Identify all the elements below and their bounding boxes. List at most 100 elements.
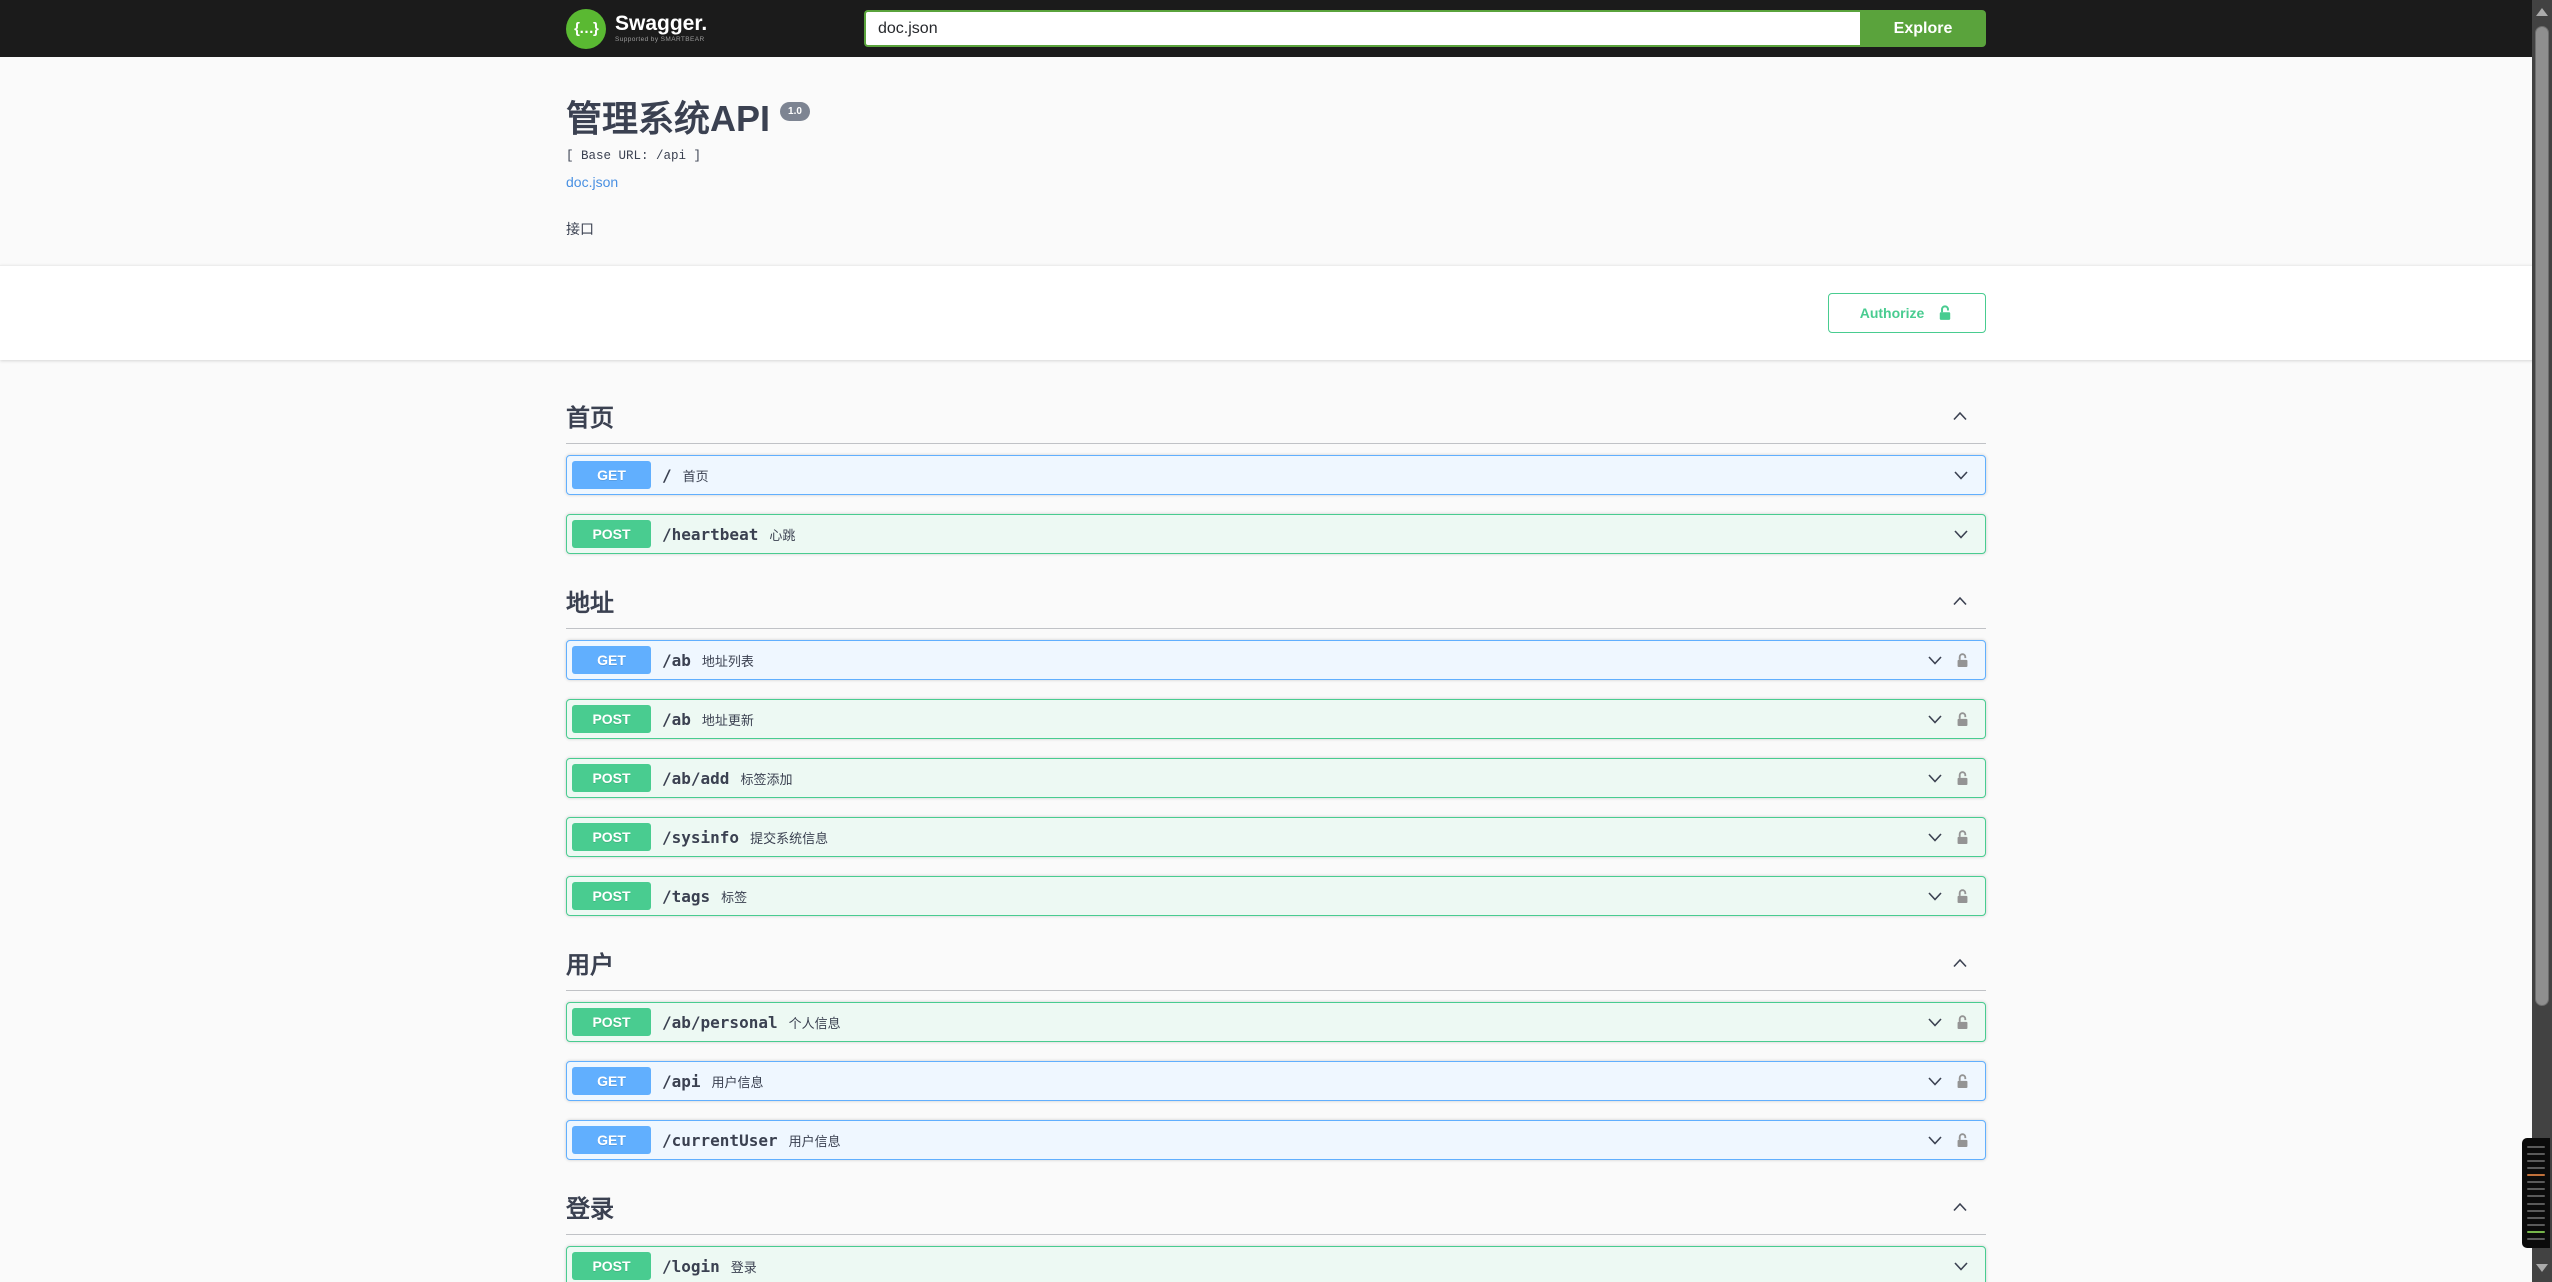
spec-url-form: Explore [864,10,1986,47]
api-title-text: 管理系统API [566,98,771,139]
operation-path: /sysinfo [662,827,740,847]
section-header[interactable]: 首页 [566,388,1986,444]
operation-row[interactable]: POST /login 登录 [566,1246,1986,1282]
opblock-tag-section: 首页 GET / 首页 POST /heartbeat 心跳 [566,388,1986,554]
operation-summary: 用户信息 [788,1133,841,1149]
operation-summary: 标签 [721,889,748,905]
explore-button[interactable]: Explore [1860,10,1986,47]
method-badge: POST [572,882,651,910]
section-title: 首页 [566,405,614,432]
operations-sections: 首页 GET / 首页 POST /heartbeat 心跳 地址 GET /a… [566,388,1986,1282]
section-operations: POST /ab/personal 个人信息 GET /api 用户信息 GET… [566,991,1986,1160]
operation-row[interactable]: GET /api 用户信息 [566,1061,1986,1101]
operation-path: /tags [662,886,711,906]
section-operations: GET /ab 地址列表 POST /ab 地址更新 POST /ab/add … [566,629,1986,916]
chevron-down-icon[interactable] [1925,1130,1945,1150]
operation-summary: 标签添加 [740,771,793,787]
unlock-icon[interactable] [1954,1073,1971,1090]
chevron-down-icon[interactable] [1925,1071,1945,1091]
chevron-up-icon[interactable] [1950,406,1970,426]
operation-summary: 地址列表 [701,653,754,669]
chevron-down-icon[interactable] [1951,1256,1971,1276]
operation-row[interactable]: POST /tags 标签 [566,876,1986,916]
unlock-icon[interactable] [1954,829,1971,846]
operation-row[interactable]: GET / 首页 [566,455,1986,495]
chevron-down-icon[interactable] [1925,886,1945,906]
info-section: 管理系统API 1.0 [ Base URL: /api ] doc.json 接… [0,57,2552,265]
method-badge: POST [572,705,651,733]
topbar: {…} Swagger. Supported by SMARTBEAR Expl… [0,0,2552,57]
chevron-up-icon[interactable] [1950,953,1970,973]
operation-path: /ab/add [662,768,730,788]
operation-row[interactable]: POST /ab/add 标签添加 [566,758,1986,798]
authorize-button[interactable]: Authorize [1828,293,1986,333]
chevron-down-icon[interactable] [1925,827,1945,847]
chevron-up-icon[interactable] [1950,591,1970,611]
unlock-icon[interactable] [1954,711,1971,728]
logo-title: Swagger. [615,12,708,36]
method-badge: GET [572,1126,651,1154]
chevron-down-icon[interactable] [1925,768,1945,788]
scrollbar-thumb[interactable] [2535,26,2549,1006]
method-badge: GET [572,461,651,489]
operation-path: /login [662,1256,720,1276]
swagger-logo[interactable]: {…} Swagger. Supported by SMARTBEAR [566,8,708,49]
section-title: 登录 [566,1196,614,1223]
operation-row[interactable]: GET /currentUser 用户信息 [566,1120,1986,1160]
operation-path: /ab [662,709,691,729]
scheme-container: Authorize [0,265,2552,360]
spec-url-input[interactable] [864,10,1860,47]
method-badge: POST [572,520,651,548]
unlock-icon[interactable] [1954,1132,1971,1149]
scrollbar-up-arrow-icon[interactable] [2532,2,2552,22]
unlock-icon [1936,304,1954,322]
section-header[interactable]: 用户 [566,935,1986,991]
operation-row[interactable]: POST /ab/personal 个人信息 [566,1002,1986,1042]
scrollbar-down-arrow-icon[interactable] [2532,1258,2552,1278]
logo-tagline: Supported by SMARTBEAR [615,36,705,44]
section-header[interactable]: 地址 [566,573,1986,629]
section-header[interactable]: 登录 [566,1179,1986,1235]
section-title: 用户 [566,952,614,979]
method-badge: POST [572,1252,651,1280]
chevron-up-icon[interactable] [1950,1197,1970,1217]
scrollbar-minimap [2522,1138,2550,1248]
chevron-down-icon[interactable] [1925,709,1945,729]
method-badge: GET [572,646,651,674]
api-description: 接口 [566,221,594,237]
unlock-icon[interactable] [1954,652,1971,669]
chevron-down-icon[interactable] [1925,650,1945,670]
operation-path: /heartbeat [662,524,759,544]
operation-row[interactable]: GET /ab 地址列表 [566,640,1986,680]
operation-summary: 用户信息 [711,1074,764,1090]
operation-row[interactable]: POST /ab 地址更新 [566,699,1986,739]
operation-row[interactable]: POST /sysinfo 提交系统信息 [566,817,1986,857]
opblock-tag-section: 用户 POST /ab/personal 个人信息 GET /api 用户信息 … [566,935,1986,1160]
opblock-tag-section: 登录 POST /login 登录 POST /loginstatus 登录状态 [566,1179,1986,1282]
spec-link[interactable]: doc.json [566,174,618,190]
operation-summary: 地址更新 [701,712,754,728]
chevron-down-icon[interactable] [1951,524,1971,544]
operation-summary: 登录 [730,1259,757,1275]
operation-summary: 首页 [682,468,709,484]
operation-path: /ab [662,650,691,670]
chevron-down-icon[interactable] [1951,465,1971,485]
operation-summary: 心跳 [769,527,796,543]
unlock-icon[interactable] [1954,888,1971,905]
section-operations: POST /login 登录 POST /loginstatus 登录状态 [566,1235,1986,1282]
unlock-icon[interactable] [1954,770,1971,787]
operation-path: /ab/personal [662,1012,778,1032]
operation-summary: 提交系统信息 [750,830,829,846]
scrollbar[interactable] [2532,0,2552,1282]
chevron-down-icon[interactable] [1925,1012,1945,1032]
operation-path: /currentUser [662,1130,778,1150]
method-badge: POST [572,764,651,792]
operation-row[interactable]: POST /heartbeat 心跳 [566,514,1986,554]
page-title: 管理系统API 1.0 [566,90,1986,142]
authorize-label: Authorize [1859,305,1925,321]
opblock-tag-section: 地址 GET /ab 地址列表 POST /ab 地址更新 POST /ab/a… [566,573,1986,916]
unlock-icon[interactable] [1954,1014,1971,1031]
section-title: 地址 [566,590,614,617]
method-badge: POST [572,823,651,851]
method-badge: GET [572,1067,651,1095]
